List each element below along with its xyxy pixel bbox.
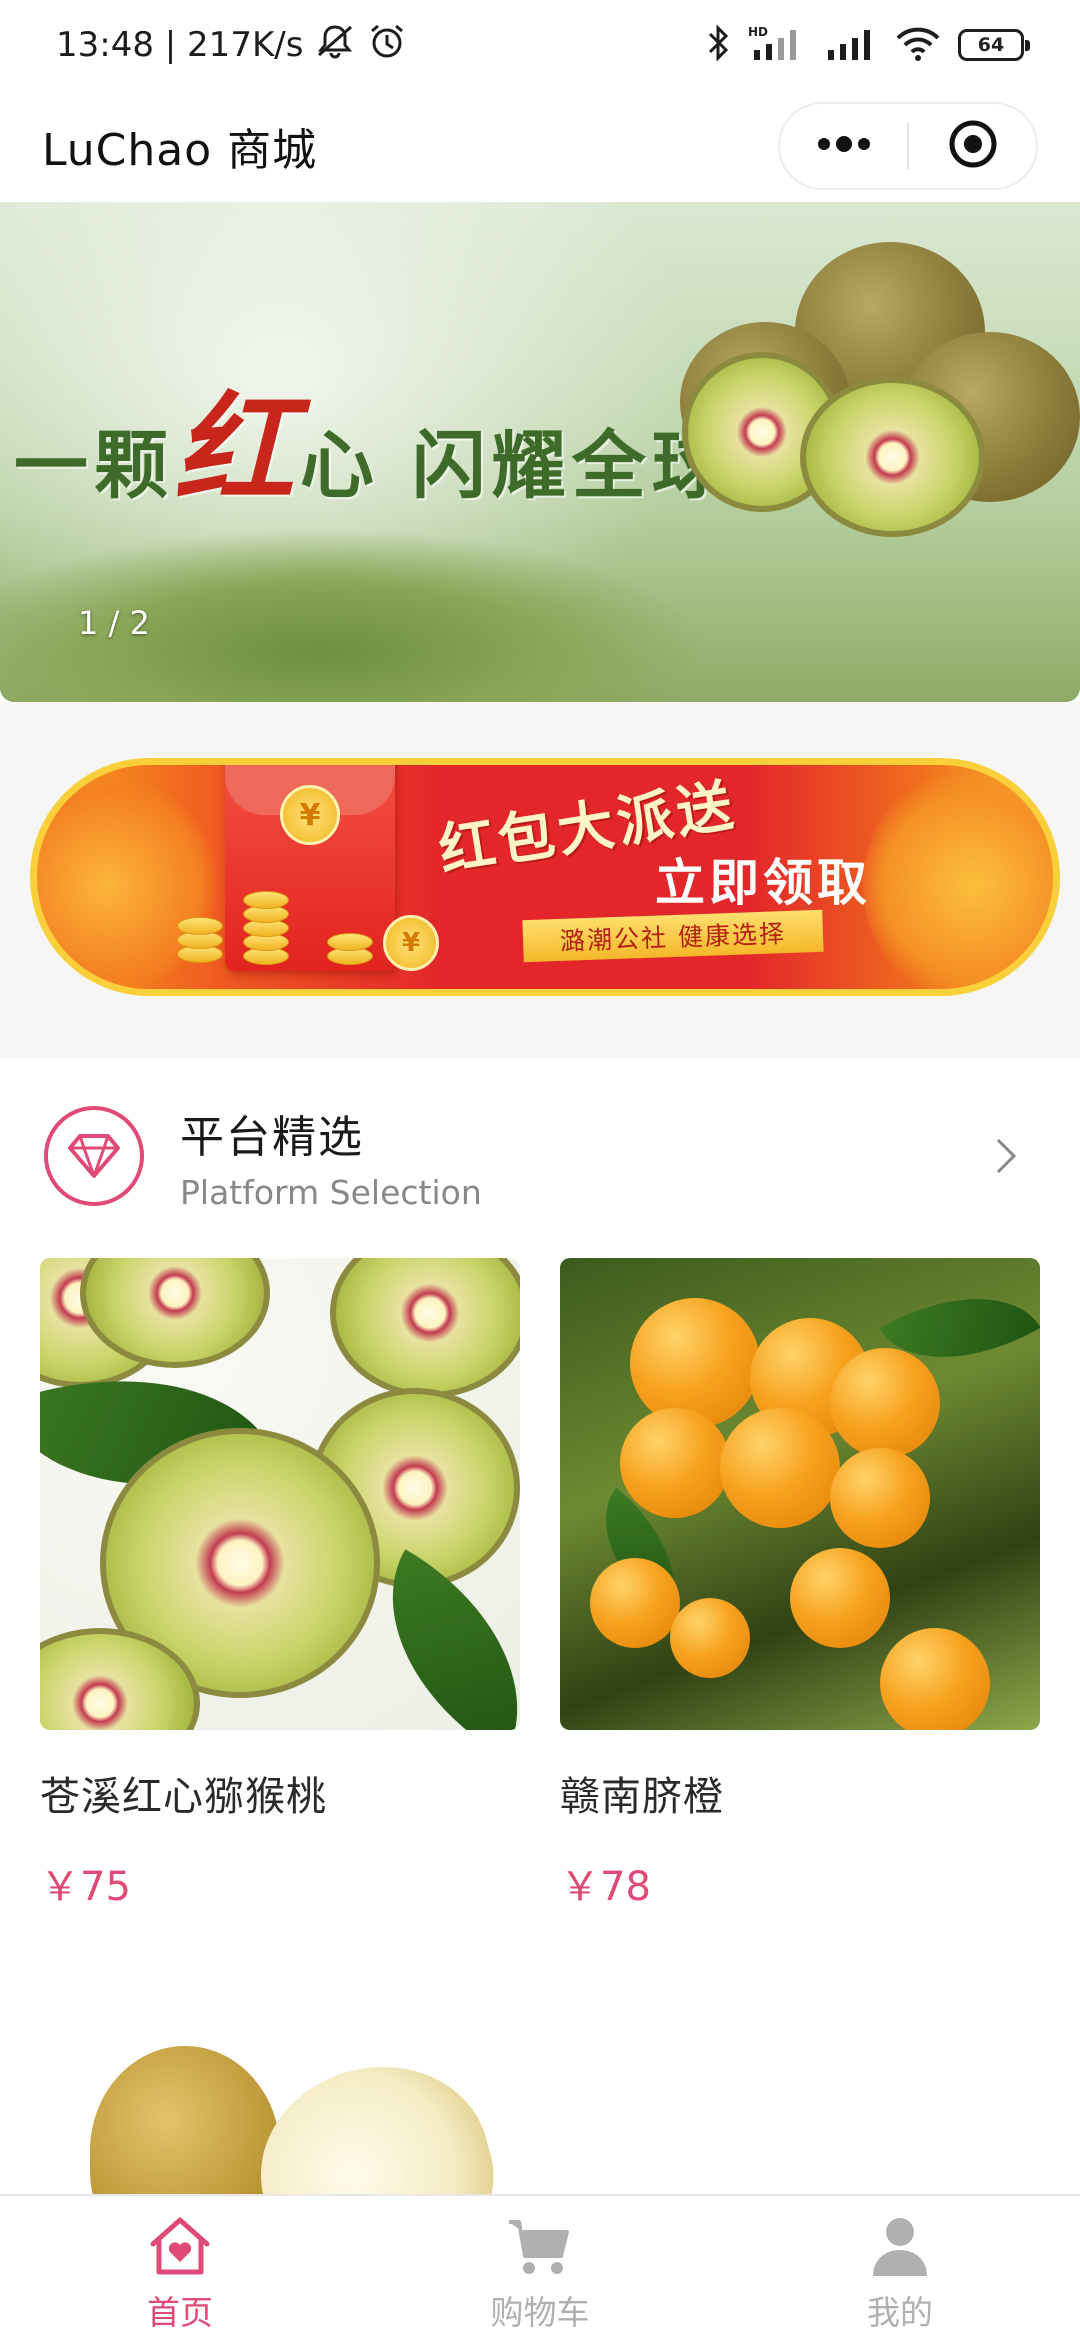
yuan-coin-icon: ¥ [383, 915, 439, 971]
platform-selection-header[interactable]: 平台精选 Platform Selection [0, 1058, 1080, 1254]
cart-icon [505, 2214, 575, 2282]
tab-cart[interactable]: 购物车 [360, 2196, 720, 2340]
product-card[interactable]: 苍溪红心猕猴桃 ￥75 [40, 1258, 520, 1912]
tab-profile[interactable]: 我的 [720, 2196, 1080, 2340]
tab-label: 购物车 [490, 2293, 590, 2332]
kiwi-slice-image [330, 1258, 520, 1398]
red-packet-banner[interactable]: ¥ ¥ 红包大派送 立即领取 潞潮公社 健康选择 [30, 758, 1060, 996]
section-subtitle: Platform Selection [180, 1172, 482, 1212]
bluetooth-icon [706, 24, 730, 66]
battery-level: 64 [977, 34, 1005, 56]
mute-icon [315, 23, 355, 68]
promo-area: ¥ ¥ 红包大派送 立即领取 潞潮公社 健康选择 [0, 702, 1080, 1036]
carousel-counter: 1 / 2 [78, 604, 150, 642]
orange-fruit-image [790, 1548, 890, 1648]
chevron-right-icon[interactable] [976, 1126, 1036, 1186]
mini-program-capsule [778, 102, 1038, 190]
banner-carousel[interactable]: 一颗红心 闪耀全球 1 / 2 [0, 202, 1080, 702]
signal-hd-icon: HD [746, 24, 810, 66]
tab-label: 首页 [147, 2293, 213, 2332]
status-bar: 13:48 | 217K/s HD 64 [0, 0, 1080, 90]
orange-fruit-image [590, 1558, 680, 1648]
orange-fruit-image [630, 1298, 760, 1428]
section-divider [0, 1036, 1080, 1058]
close-miniprogram-button[interactable] [909, 104, 1036, 188]
kiwi-half-image [800, 377, 985, 537]
slogan-suffix: 心 闪耀全球 [300, 423, 732, 509]
promo-ribbon: 潞潮公社 健康选择 [522, 909, 824, 963]
yuan-coin-icon: ¥ [280, 785, 340, 845]
svg-text:HD: HD [748, 25, 768, 39]
orange-fruit-image [830, 1348, 940, 1458]
coin-stack-icon [177, 917, 223, 935]
tab-home[interactable]: 首页 [0, 2196, 360, 2340]
promo-cta[interactable]: 立即领取 [655, 843, 871, 915]
alarm-icon [367, 21, 407, 70]
more-dots-icon [816, 134, 872, 158]
slogan-prefix: 一颗 [14, 423, 174, 509]
section-title: 平台精选 [180, 1111, 364, 1163]
app-header: LuChao 商城 [0, 90, 1080, 202]
page-title: LuChao 商城 [42, 125, 318, 176]
orange-fruit-image [830, 1448, 930, 1548]
wifi-icon [894, 24, 942, 66]
product-price: ￥75 [40, 1864, 131, 1910]
user-icon [865, 2214, 935, 2282]
bottom-tab-bar: 首页 购物车 我的 [0, 2194, 1080, 2340]
product-name: 赣南脐橙 [560, 1774, 724, 1820]
orange-fruit-image [620, 1408, 730, 1518]
home-heart-icon [145, 2214, 215, 2282]
kiwi-product-image[interactable] [40, 1258, 520, 1730]
tab-label: 我的 [867, 2293, 933, 2332]
orange-fruit-image [720, 1408, 840, 1528]
slogan-red-char: 红 [174, 379, 300, 520]
orange-fruit-image [880, 1628, 990, 1730]
signal-icon [826, 24, 878, 66]
product-price: ￥78 [560, 1864, 651, 1910]
pear-image [238, 2041, 512, 2194]
product-card[interactable]: 赣南脐橙 ￥78 [560, 1258, 1040, 1912]
diamond-icon [44, 1106, 144, 1206]
more-button[interactable] [780, 104, 907, 188]
pear-image [90, 2046, 280, 2194]
coin-stack-icon [327, 933, 373, 951]
banner-slogan: 一颗红心 闪耀全球 [14, 352, 732, 526]
orange-product-image[interactable] [560, 1258, 1040, 1730]
product-name: 苍溪红心猕猴桃 [40, 1774, 327, 1820]
status-time-speed: 13:48 | 217K/s [56, 25, 304, 65]
target-circle-icon [947, 118, 999, 174]
orange-fan-decoration [863, 765, 1053, 989]
orange-fruit-image [670, 1598, 750, 1678]
coin-stack-icon [243, 891, 289, 909]
product-card-partial[interactable] [0, 1990, 1080, 2194]
battery-icon: 64 [958, 29, 1030, 61]
